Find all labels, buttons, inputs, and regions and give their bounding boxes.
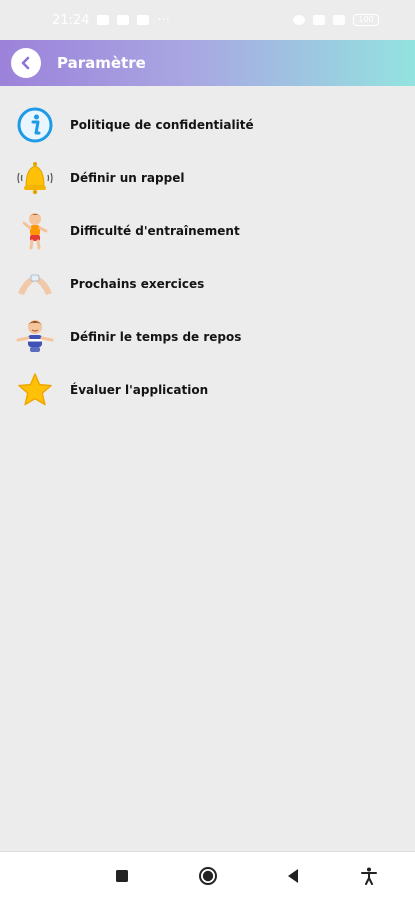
- home-button[interactable]: [197, 865, 219, 887]
- system-nav-bar: [0, 851, 415, 900]
- settings-item-label: Évaluer l'application: [70, 382, 209, 397]
- kid-rest-icon: [15, 317, 55, 357]
- recent-apps-button[interactable]: [111, 865, 133, 887]
- trash-icon: [97, 15, 110, 25]
- back-button[interactable]: [11, 48, 41, 78]
- page-title: Paramètre: [57, 54, 146, 72]
- sim-icon: [313, 15, 325, 25]
- moon-icon: [293, 15, 305, 25]
- download-icon: [137, 15, 150, 25]
- settings-item-privacy[interactable]: Politique de confidentialité: [0, 98, 415, 151]
- settings-item-difficulty[interactable]: Difficulté d'entraînement: [0, 204, 415, 257]
- status-right: 100: [293, 14, 379, 26]
- signal-icon: [333, 15, 345, 25]
- circle-icon: [199, 867, 217, 885]
- settings-item-reminder[interactable]: Définir un rappel: [0, 151, 415, 204]
- hands-icon: [15, 264, 55, 304]
- settings-item-label: Définir un rappel: [70, 170, 185, 185]
- settings-item-label: Prochains exercices: [70, 276, 205, 291]
- back-chevron-icon: [21, 56, 30, 70]
- settings-list: Politique de confidentialité Définir un …: [0, 98, 415, 416]
- square-icon: [116, 870, 128, 882]
- status-time: 21:24: [52, 12, 90, 28]
- triangle-back-icon: [288, 869, 298, 883]
- app-bar: Paramètre: [0, 40, 415, 86]
- status-left: 21:24 ···: [52, 13, 170, 28]
- youtube-icon: [117, 15, 130, 25]
- settings-item-rate-app[interactable]: Évaluer l'application: [0, 363, 415, 416]
- settings-item-next-exercises[interactable]: Prochains exercices: [0, 257, 415, 310]
- settings-item-label: Difficulté d'entraînement: [70, 223, 240, 238]
- status-bar: 21:24 ··· 100: [0, 0, 415, 40]
- bell-icon: [15, 158, 55, 198]
- more-dots-icon: ···: [157, 12, 170, 28]
- back-nav-button[interactable]: [282, 865, 304, 887]
- kid-exercise-icon: [15, 211, 55, 251]
- info-icon: [15, 105, 55, 145]
- accessibility-button[interactable]: [358, 865, 380, 887]
- settings-item-label: Définir le temps de repos: [70, 329, 242, 344]
- accessibility-icon: [361, 867, 377, 885]
- settings-item-rest-time[interactable]: Définir le temps de repos: [0, 310, 415, 363]
- star-icon: [15, 370, 55, 410]
- settings-item-label: Politique de confidentialité: [70, 117, 254, 132]
- battery-icon: 100: [353, 14, 379, 26]
